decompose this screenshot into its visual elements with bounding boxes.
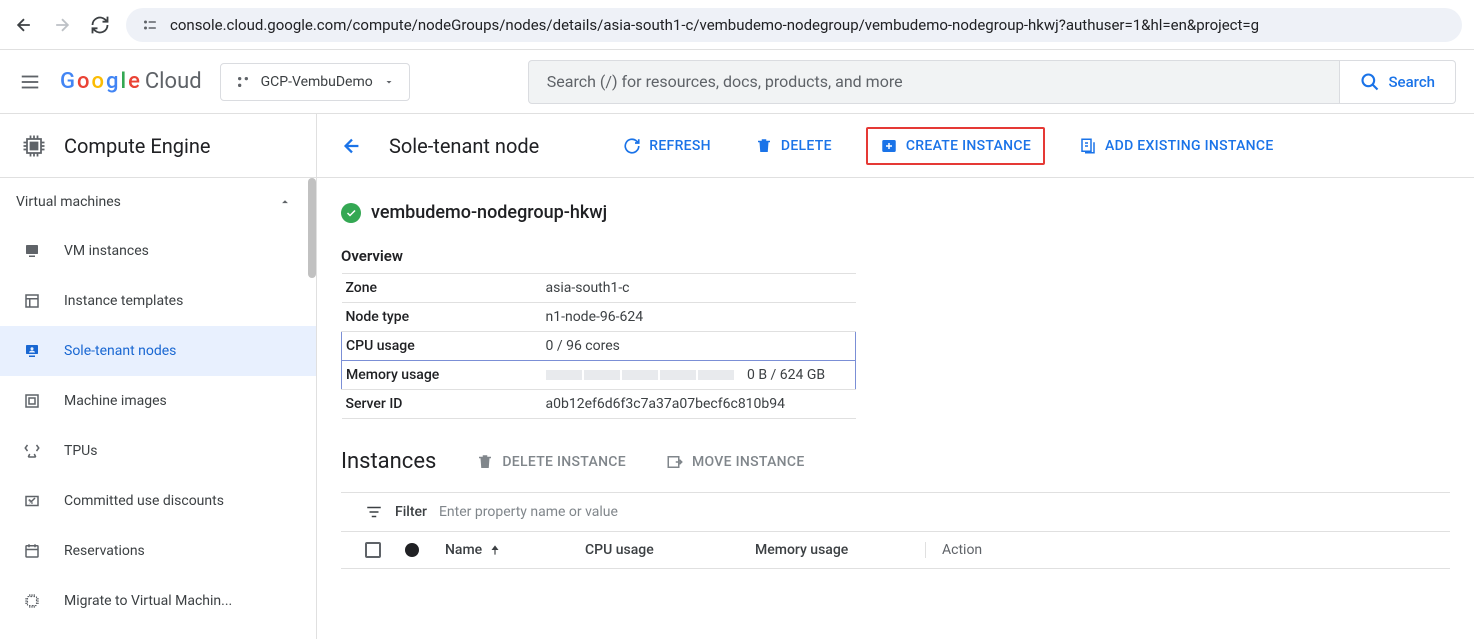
page-title: Sole-tenant node bbox=[389, 134, 539, 158]
node-name-row: vembudemo-nodegroup-hkwj bbox=[341, 202, 1450, 223]
server-id-label: Server ID bbox=[342, 390, 542, 419]
select-all-checkbox[interactable] bbox=[365, 542, 385, 558]
instance-templates-icon bbox=[22, 291, 42, 311]
sidebar-item-reservations[interactable]: Reservations bbox=[0, 526, 316, 576]
vm-instances-icon bbox=[22, 241, 42, 261]
machine-images-icon bbox=[22, 391, 42, 411]
overview-table: Zone asia-south1-c Node type n1-node-96-… bbox=[341, 273, 856, 419]
column-name[interactable]: Name bbox=[445, 542, 565, 558]
sole-tenant-icon bbox=[22, 341, 42, 361]
site-info-icon[interactable] bbox=[140, 15, 160, 35]
column-action: Action bbox=[925, 542, 1426, 558]
compute-engine-icon bbox=[20, 132, 48, 160]
chevron-down-icon bbox=[383, 76, 395, 88]
node-type-value: n1-node-96-624 bbox=[542, 303, 856, 332]
memory-usage-value: 0 B / 624 GB bbox=[542, 361, 856, 390]
google-cloud-logo[interactable]: Google Cloud bbox=[60, 69, 202, 94]
main-content: Sole-tenant node REFRESH DELETE CREATE I… bbox=[317, 114, 1474, 639]
create-instance-button[interactable]: CREATE INSTANCE bbox=[866, 127, 1045, 165]
search-container: Search (/) for resources, docs, products… bbox=[528, 60, 1456, 104]
project-name: GCP-VembuDemo bbox=[261, 74, 373, 90]
browser-bar: console.cloud.google.com/compute/nodeGro… bbox=[0, 0, 1474, 50]
sidebar-item-committed-use[interactable]: % Committed use discounts bbox=[0, 476, 316, 526]
move-instance-button[interactable]: MOVE INSTANCE bbox=[666, 453, 805, 471]
add-existing-instance-button[interactable]: ADD EXISTING INSTANCE bbox=[1069, 131, 1284, 161]
project-selector[interactable]: GCP-VembuDemo bbox=[220, 63, 410, 101]
sidebar-item-vm-instances[interactable]: VM instances bbox=[0, 226, 316, 276]
gcp-header: Google Cloud GCP-VembuDemo Search (/) fo… bbox=[0, 50, 1474, 114]
create-instance-icon bbox=[880, 137, 898, 155]
reservations-icon bbox=[22, 541, 42, 561]
sidebar: Compute Engine Virtual machines VM insta… bbox=[0, 114, 317, 639]
instances-header: Instances DELETE INSTANCE MOVE INSTANCE bbox=[341, 449, 1450, 474]
instances-table-header: Name CPU usage Memory usage Action bbox=[341, 532, 1450, 569]
migrate-icon bbox=[22, 591, 42, 611]
instances-title: Instances bbox=[341, 449, 436, 474]
svg-text:%: % bbox=[28, 498, 33, 506]
column-memory-usage[interactable]: Memory usage bbox=[755, 542, 905, 558]
cpu-usage-value: 0 / 96 cores bbox=[542, 332, 856, 361]
back-button[interactable] bbox=[341, 134, 365, 158]
sidebar-item-sole-tenant-nodes[interactable]: Sole-tenant nodes bbox=[0, 326, 316, 376]
chevron-up-icon bbox=[278, 195, 292, 209]
sidebar-title[interactable]: Compute Engine bbox=[0, 114, 316, 178]
search-input[interactable]: Search (/) for resources, docs, products… bbox=[528, 60, 1341, 104]
zone-value: asia-south1-c bbox=[542, 274, 856, 303]
sidebar-item-tpus[interactable]: TPUs bbox=[0, 426, 316, 476]
hamburger-icon[interactable] bbox=[18, 70, 42, 94]
status-check-icon bbox=[341, 203, 361, 223]
forward-arrow-icon[interactable] bbox=[50, 13, 74, 37]
filter-icon bbox=[365, 503, 383, 521]
scrollbar[interactable] bbox=[308, 178, 316, 278]
url-text: console.cloud.google.com/compute/nodeGro… bbox=[170, 16, 1259, 34]
node-type-label: Node type bbox=[342, 303, 542, 332]
refresh-icon bbox=[623, 137, 641, 155]
delete-icon bbox=[755, 137, 773, 155]
search-button[interactable]: Search bbox=[1340, 60, 1456, 104]
project-dots-icon bbox=[235, 74, 251, 90]
filter-row: Filter Enter property name or value bbox=[341, 492, 1450, 532]
committed-use-icon: % bbox=[22, 491, 42, 511]
delete-button[interactable]: DELETE bbox=[745, 131, 842, 161]
sort-asc-icon bbox=[488, 543, 502, 557]
sidebar-item-instance-templates[interactable]: Instance templates bbox=[0, 276, 316, 326]
move-instance-icon bbox=[666, 453, 684, 471]
delete-instance-button[interactable]: DELETE INSTANCE bbox=[476, 453, 626, 471]
overview-heading: Overview bbox=[341, 247, 1450, 265]
refresh-button[interactable]: REFRESH bbox=[613, 131, 721, 161]
filter-input[interactable]: Enter property name or value bbox=[439, 504, 618, 520]
memory-usage-label: Memory usage bbox=[342, 361, 542, 390]
cpu-usage-label: CPU usage bbox=[342, 332, 542, 361]
tpus-icon bbox=[22, 441, 42, 461]
zone-label: Zone bbox=[342, 274, 542, 303]
sidebar-section-vm[interactable]: Virtual machines bbox=[0, 178, 316, 226]
sidebar-item-migrate[interactable]: Migrate to Virtual Machin... bbox=[0, 576, 316, 626]
add-existing-icon bbox=[1079, 137, 1097, 155]
status-column-icon bbox=[405, 543, 425, 557]
memory-bar bbox=[546, 370, 734, 380]
back-arrow-icon[interactable] bbox=[12, 13, 36, 37]
action-bar: Sole-tenant node REFRESH DELETE CREATE I… bbox=[317, 114, 1474, 178]
node-name: vembudemo-nodegroup-hkwj bbox=[371, 202, 607, 223]
column-cpu-usage[interactable]: CPU usage bbox=[585, 542, 735, 558]
url-bar[interactable]: console.cloud.google.com/compute/nodeGro… bbox=[126, 8, 1462, 42]
reload-icon[interactable] bbox=[88, 13, 112, 37]
delete-instance-icon bbox=[476, 453, 494, 471]
server-id-value: a0b12ef6d6f3c7a37a07becf6c810b94 bbox=[542, 390, 856, 419]
sidebar-item-machine-images[interactable]: Machine images bbox=[0, 376, 316, 426]
search-icon bbox=[1360, 72, 1380, 92]
filter-label: Filter bbox=[395, 504, 427, 520]
